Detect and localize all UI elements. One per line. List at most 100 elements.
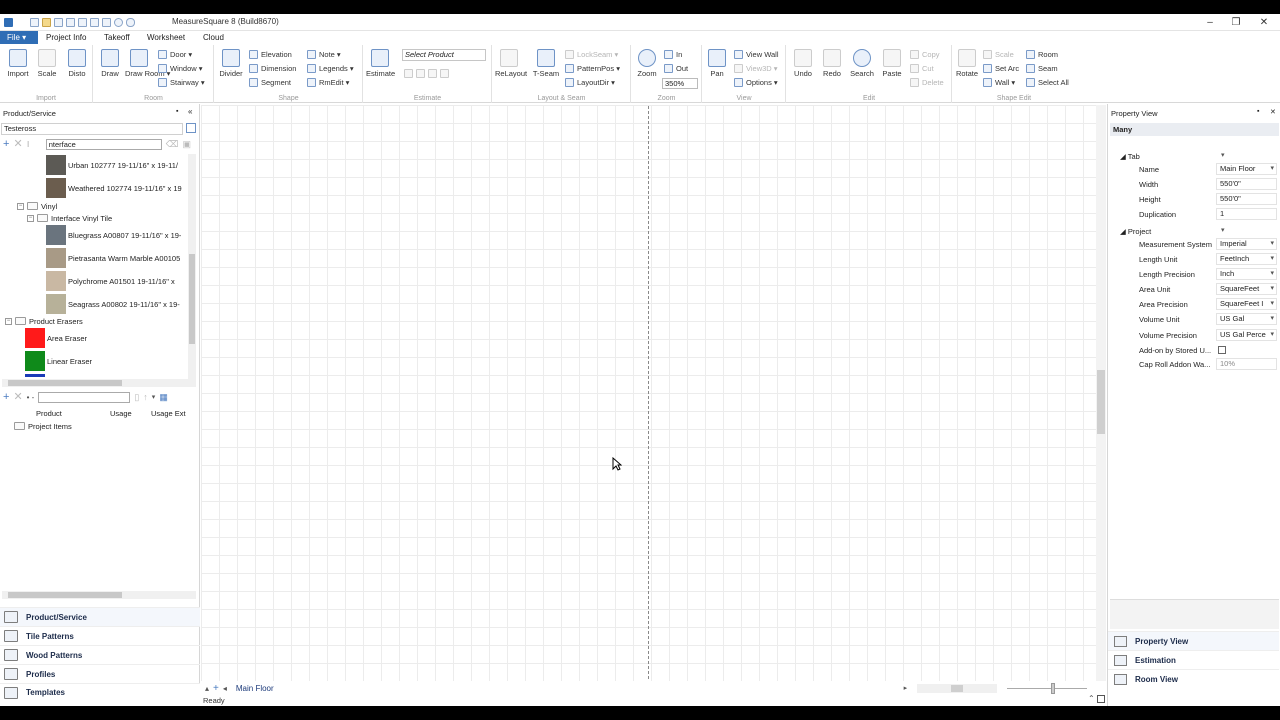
property-row[interactable]: Area Precision SquareFeet I bbox=[1108, 297, 1279, 312]
collapse-icon[interactable]: « bbox=[188, 107, 192, 116]
select-all-button[interactable]: Select All bbox=[1026, 76, 1069, 88]
property-value[interactable]: SquareFeet bbox=[1216, 283, 1277, 295]
property-row[interactable]: Area Unit SquareFeet bbox=[1108, 282, 1279, 297]
dropdown-icon[interactable]: ▾ bbox=[152, 392, 156, 403]
tab-prev-icon[interactable]: ◂ bbox=[223, 684, 227, 693]
undo-button[interactable]: Undo bbox=[789, 47, 817, 78]
seam-select-button[interactable]: Seam bbox=[1026, 62, 1058, 74]
nav-templates[interactable]: Templates bbox=[0, 683, 200, 701]
scroll-thumb[interactable] bbox=[8, 380, 122, 386]
property-value[interactable]: Imperial bbox=[1216, 238, 1277, 250]
more-icon[interactable]: • - bbox=[27, 392, 35, 403]
property-value[interactable]: 10% bbox=[1216, 358, 1277, 370]
tool-icon[interactable]: ▯ bbox=[134, 392, 139, 403]
cut-button[interactable]: Cut bbox=[910, 62, 934, 74]
sync-icon[interactable] bbox=[102, 18, 111, 27]
redo-button[interactable]: Redo bbox=[818, 47, 846, 78]
tree-folder-interface-vinyl-tile[interactable]: − Interface Vinyl Tile bbox=[27, 212, 112, 224]
door-button[interactable]: Door ▾ bbox=[158, 48, 192, 60]
group-dropdown-icon[interactable]: ▾ bbox=[1221, 151, 1225, 159]
rmedit-button[interactable]: RmEdit ▾ bbox=[307, 76, 349, 88]
column-usage-ext[interactable]: Usage Ext bbox=[151, 409, 186, 418]
tab-takeoff[interactable]: Takeoff bbox=[104, 33, 130, 42]
nav-profiles[interactable]: Profiles bbox=[0, 664, 200, 683]
help-icon[interactable] bbox=[114, 18, 123, 27]
tree-hscrollbar[interactable] bbox=[2, 379, 196, 387]
nav-property-view[interactable]: Property View bbox=[1108, 631, 1279, 650]
property-value[interactable]: 1 bbox=[1216, 208, 1277, 220]
settings-icon[interactable] bbox=[90, 18, 99, 27]
undo-icon[interactable] bbox=[66, 18, 75, 27]
property-row[interactable]: Add-on by Stored U... bbox=[1108, 343, 1279, 358]
property-row[interactable]: Measurement System Imperial bbox=[1108, 237, 1279, 252]
tab-cloud[interactable]: Cloud bbox=[203, 33, 224, 42]
paste-button[interactable]: Paste bbox=[878, 47, 906, 78]
zoom-out-button[interactable]: Out bbox=[664, 62, 688, 74]
nav-room-view[interactable]: Room View bbox=[1108, 669, 1279, 688]
property-row[interactable]: Height 550'0" bbox=[1108, 192, 1279, 207]
tree-item[interactable]: Pietrasanta Warm Marble A00105 bbox=[46, 247, 180, 269]
dimension-button[interactable]: Dimension bbox=[249, 62, 296, 74]
import-button[interactable]: Import bbox=[4, 47, 32, 78]
divider-button[interactable]: Divider bbox=[217, 47, 245, 78]
tree-item[interactable]: Polychrome A01501 19-11/16" x bbox=[46, 270, 175, 292]
tree-folder-product-erasers[interactable]: − Product Erasers bbox=[5, 315, 83, 327]
lockseam-button[interactable]: LockSeam ▾ bbox=[565, 48, 618, 60]
segment-button[interactable]: Segment bbox=[249, 76, 291, 88]
disto-button[interactable]: Disto bbox=[63, 47, 91, 78]
expand-toggle[interactable]: − bbox=[27, 214, 34, 222]
tree-item[interactable]: Linear Eraser bbox=[25, 350, 92, 372]
search-button[interactable]: Search bbox=[848, 47, 876, 78]
legends-button[interactable]: Legends ▾ bbox=[307, 62, 354, 74]
collapse-arrow-icon[interactable]: ◢ bbox=[1120, 227, 1128, 236]
collapse-arrow-icon[interactable]: ◢ bbox=[1120, 152, 1128, 161]
window-button[interactable]: Window ▾ bbox=[158, 62, 203, 74]
remove-icon[interactable]: ✕ bbox=[13, 139, 22, 150]
tab-project-info[interactable]: Project Info bbox=[46, 33, 86, 42]
nav-tile-patterns[interactable]: Tile Patterns bbox=[0, 626, 200, 645]
tree-item[interactable]: Urban 102777 19-11/16" x 19-11/ bbox=[46, 154, 178, 176]
new-file-icon[interactable] bbox=[30, 18, 39, 27]
delete-button[interactable]: Delete bbox=[910, 76, 944, 88]
zoom-level-dropdown[interactable]: 350% bbox=[662, 78, 698, 89]
group-dropdown-icon[interactable]: ▾ bbox=[1221, 226, 1225, 234]
tab-next-icon[interactable]: ▸ bbox=[904, 684, 908, 692]
note-button[interactable]: Note ▾ bbox=[307, 48, 341, 60]
columns-icon[interactable]: ▦ bbox=[159, 392, 168, 403]
expand-toggle[interactable]: − bbox=[5, 317, 12, 325]
tseam-button[interactable]: T-Seam bbox=[532, 47, 560, 78]
view3d-button[interactable]: View3D ▾ bbox=[734, 62, 778, 74]
redo-icon[interactable] bbox=[78, 18, 87, 27]
set-arc-button[interactable]: Set Arc bbox=[983, 62, 1019, 74]
scale-button[interactable]: Scale bbox=[33, 47, 61, 78]
scroll-thumb[interactable] bbox=[1097, 370, 1105, 434]
zoom-slider[interactable] bbox=[1007, 682, 1088, 694]
scroll-thumb[interactable] bbox=[8, 592, 122, 598]
property-value[interactable]: 550'0" bbox=[1216, 178, 1277, 190]
elevation-button[interactable]: Elevation bbox=[249, 48, 292, 60]
canvas-vscrollbar[interactable] bbox=[1096, 105, 1106, 695]
minimize-button[interactable]: – bbox=[1196, 14, 1224, 31]
add-icon[interactable]: + bbox=[3, 139, 9, 150]
more-icon[interactable]: ı bbox=[27, 139, 30, 150]
refresh-icon[interactable] bbox=[186, 123, 196, 133]
tab-main-floor[interactable]: Main Floor bbox=[236, 684, 274, 693]
nav-product-service[interactable]: Product/Service bbox=[0, 607, 200, 626]
zoom-slider-handle[interactable] bbox=[1051, 682, 1056, 694]
cloud-icon[interactable] bbox=[126, 18, 135, 27]
scroll-thumb[interactable] bbox=[951, 684, 964, 692]
expand-toggle[interactable]: − bbox=[17, 202, 24, 210]
layoutdir-button[interactable]: LayoutDir ▾ bbox=[565, 76, 615, 88]
nav-estimation[interactable]: Estimation bbox=[1108, 650, 1279, 669]
add-icon[interactable]: + bbox=[3, 392, 9, 403]
pan-button[interactable]: Pan bbox=[703, 47, 731, 78]
addon-checkbox[interactable] bbox=[1218, 346, 1226, 354]
room-select-button[interactable]: Room bbox=[1026, 48, 1058, 60]
usage-search-input[interactable] bbox=[38, 392, 131, 403]
property-value[interactable]: US Gal Perce bbox=[1216, 329, 1277, 341]
patternpos-button[interactable]: PatternPos ▾ bbox=[565, 62, 620, 74]
estimate-button[interactable]: Estimate bbox=[366, 47, 395, 78]
select-product-dropdown[interactable]: Select Product bbox=[402, 49, 486, 61]
close-panel-icon[interactable]: ✕ bbox=[1270, 108, 1276, 116]
tree-scrollbar[interactable] bbox=[188, 154, 196, 379]
